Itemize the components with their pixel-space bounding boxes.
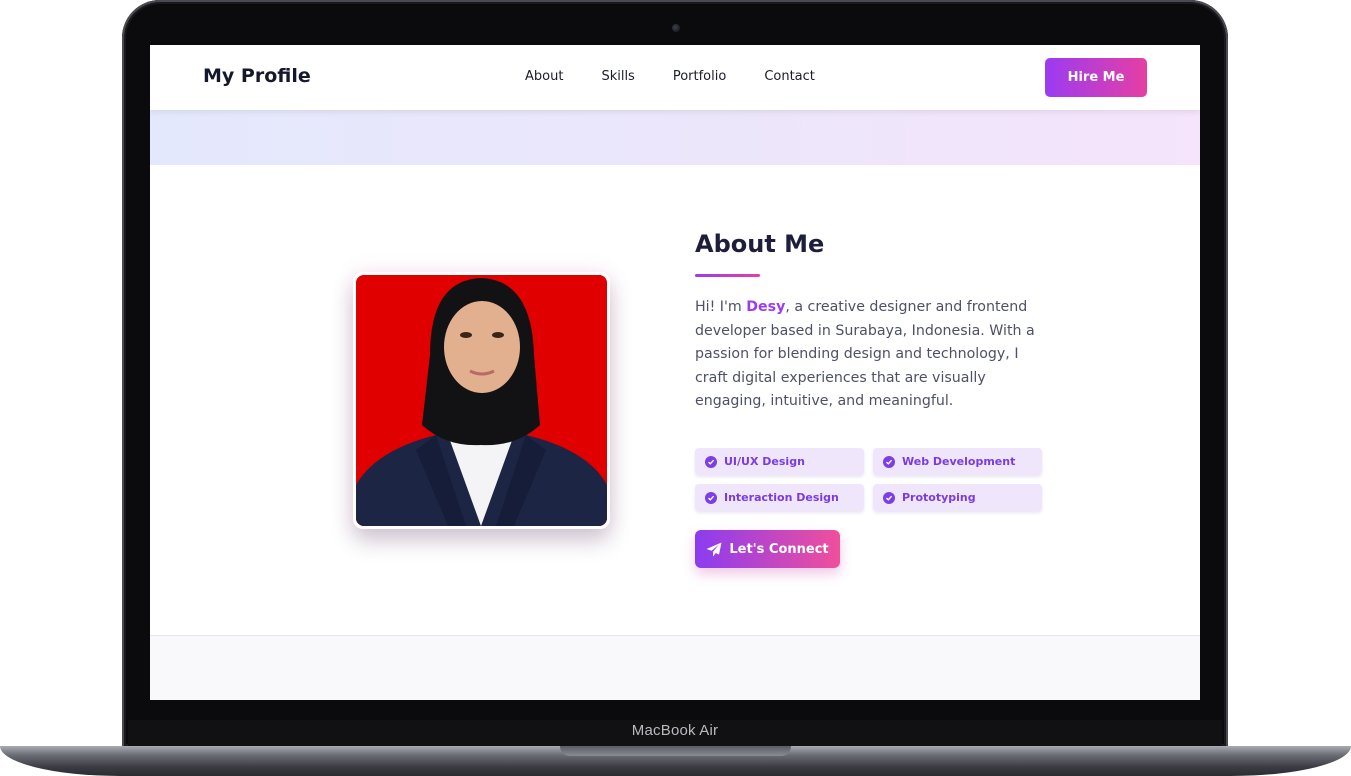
next-section-band [150, 635, 1200, 700]
nav-links: About Skills Portfolio Contact [525, 69, 853, 84]
skill-tag: Prototyping [873, 484, 1042, 511]
skill-tag-label: Prototyping [902, 491, 976, 504]
about-name-highlight: Desy [746, 299, 786, 315]
lets-connect-label: Let's Connect [729, 541, 829, 557]
paper-plane-icon [706, 542, 722, 556]
profile-photo [356, 275, 607, 526]
skill-tag-label: Web Development [902, 455, 1016, 468]
about-intro-prefix: Hi! I'm [695, 299, 747, 315]
laptop-model-label: MacBook Air [631, 722, 719, 739]
hero-gradient-strip [150, 110, 1200, 165]
profile-photo-illustration [356, 275, 607, 526]
about-title: About Me [695, 230, 825, 258]
nav-link-contact[interactable]: Contact [764, 69, 815, 84]
skill-tag: Interaction Design [695, 484, 864, 511]
check-circle-icon [705, 455, 717, 468]
webcam-icon [672, 24, 680, 32]
about-description: Hi! I'm Desy, a creative designer and fr… [695, 296, 1045, 414]
lets-connect-button[interactable]: Let's Connect [695, 530, 840, 568]
website-screen: My Profile About Skills Portfolio Contac… [150, 45, 1200, 700]
skill-tag: Web Development [873, 448, 1042, 475]
skill-tag: UI/UX Design [695, 448, 864, 475]
profile-photo-card [353, 272, 610, 529]
nav-link-about[interactable]: About [525, 69, 563, 84]
check-circle-icon [883, 455, 895, 468]
nav-link-portfolio[interactable]: Portfolio [673, 69, 726, 84]
nav-link-skills[interactable]: Skills [601, 69, 634, 84]
skill-tag-label: Interaction Design [724, 491, 839, 504]
brand-logo[interactable]: My Profile [203, 65, 311, 87]
laptop-base-notch [560, 746, 791, 756]
check-circle-icon [705, 491, 717, 504]
title-underline [695, 274, 760, 277]
hire-me-button[interactable]: Hire Me [1045, 58, 1147, 97]
skill-tag-label: UI/UX Design [724, 455, 805, 468]
about-intro-suffix: , a creative designer and frontend devel… [695, 299, 1035, 410]
navbar: My Profile About Skills Portfolio Contac… [150, 45, 1200, 110]
about-section: About Me Hi! I'm Desy, a creative design… [150, 165, 1200, 635]
check-circle-icon [883, 491, 895, 504]
